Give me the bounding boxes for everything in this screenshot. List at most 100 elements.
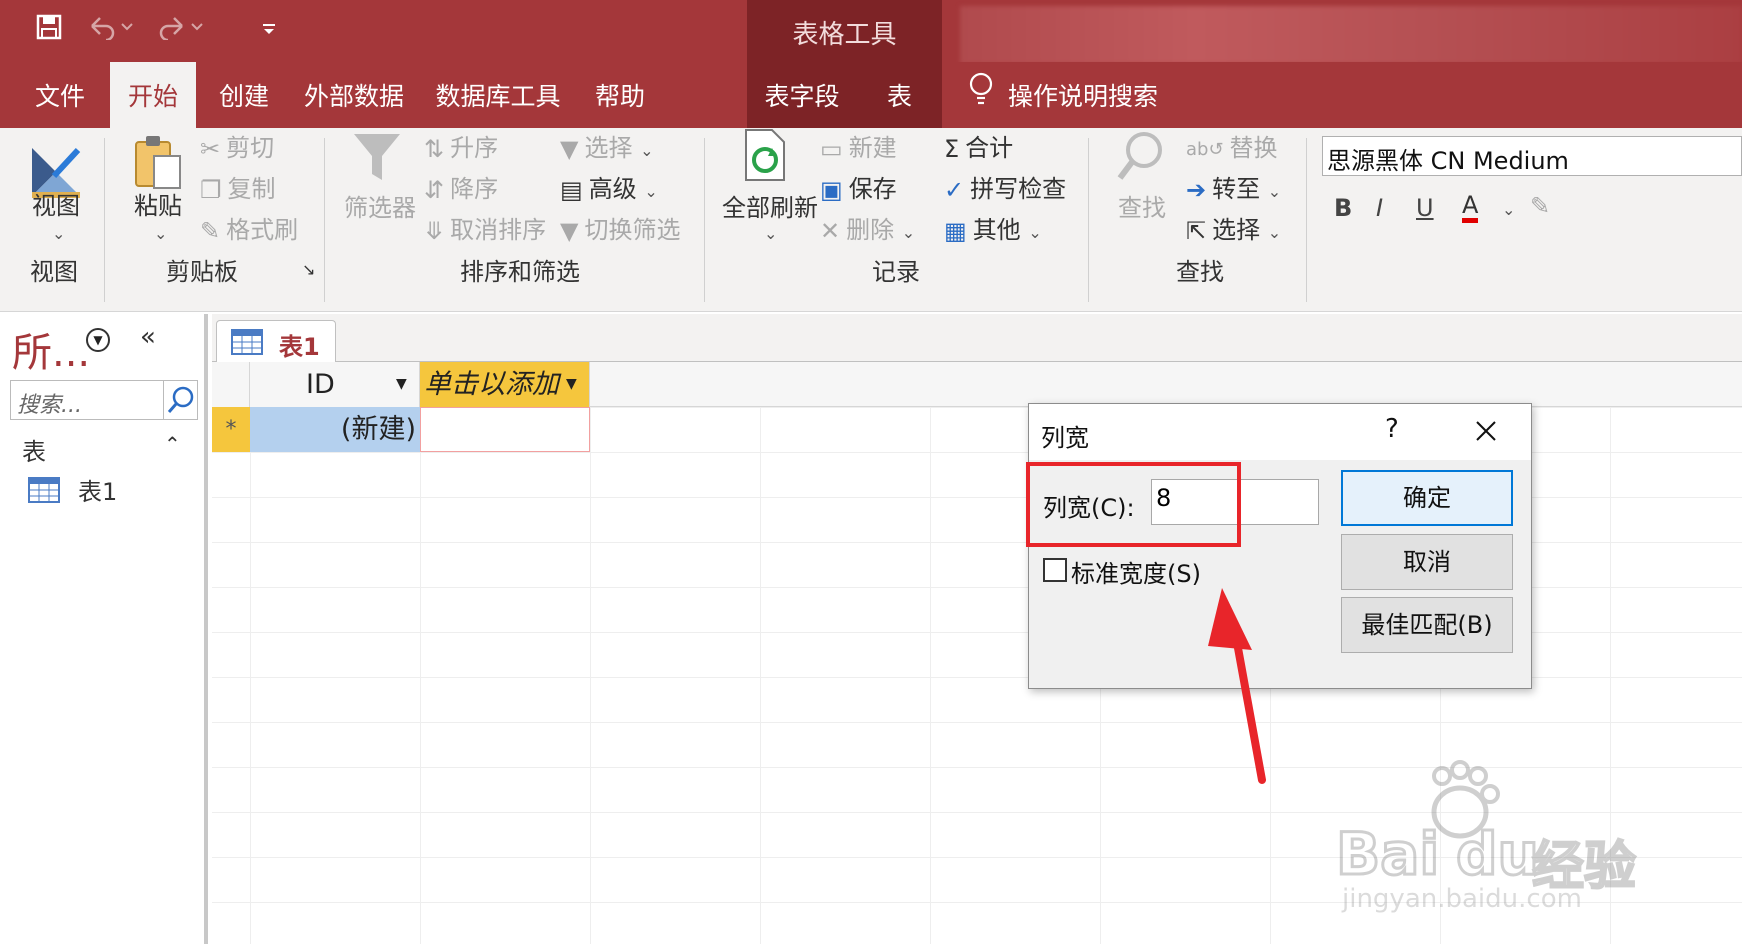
- goto-button[interactable]: ➔ 转至 ⌄: [1186, 169, 1281, 204]
- column-header-id[interactable]: ID ▼: [250, 362, 420, 407]
- brush-icon: ✎: [200, 217, 221, 245]
- ribbon: 视图 ⌄ 视图 粘贴 ⌄ ✂ 剪切 ❐ 复制 ✎ 格式刷 剪贴板 ↘ 筛选器 ⇅ 升序 …: [0, 128, 1742, 312]
- tab-table[interactable]: 表: [857, 62, 942, 128]
- nav-pane-title[interactable]: 所...: [12, 320, 90, 378]
- group-sort-filter: 排序和筛选: [460, 258, 580, 286]
- copy-icon: ❐: [200, 176, 222, 204]
- new-row-add-cell[interactable]: [420, 407, 590, 452]
- save-record-button[interactable]: ▣ 保存: [820, 169, 897, 204]
- selection-filter-button[interactable]: ▼ 选择 ⌄: [560, 128, 654, 163]
- advanced-filter-button[interactable]: ▤ 高级 ⌄: [560, 169, 658, 204]
- column-header-click-to-add[interactable]: 单击以添加 ▼: [420, 362, 590, 407]
- nav-menu-dropdown-icon[interactable]: ▼: [86, 328, 110, 352]
- toggle-filter-icon: ▼: [560, 217, 579, 245]
- find-button[interactable]: [1116, 130, 1166, 188]
- delete-record-button[interactable]: ✕ 删除 ⌄: [820, 210, 915, 245]
- tab-table-fields[interactable]: 表字段: [747, 62, 857, 128]
- best-fit-button[interactable]: 最佳匹配(B): [1341, 597, 1513, 653]
- scissors-icon: ✂: [200, 135, 221, 163]
- nav-item-table1[interactable]: 表1: [28, 472, 117, 509]
- underline-button[interactable]: U: [1416, 194, 1434, 222]
- table-icon: [231, 329, 263, 359]
- filter-button[interactable]: [352, 130, 402, 190]
- nav-section-tables[interactable]: 表: [22, 432, 46, 467]
- font-name-select[interactable]: 思源黑体 CN Medium: [1322, 136, 1742, 176]
- watermark-brand: Bai: [1334, 819, 1440, 890]
- chevron-down-icon: ⌄: [154, 224, 168, 243]
- view-label: 视图: [32, 192, 80, 220]
- funnel-icon: [354, 134, 400, 180]
- filter-label: 筛选器: [344, 194, 416, 222]
- replace-button[interactable]: ab↺ 替换: [1186, 128, 1278, 163]
- select-all-corner[interactable]: [212, 362, 250, 407]
- nav-search-box[interactable]: 搜索...: [10, 380, 198, 420]
- refresh-all-button[interactable]: [742, 128, 786, 188]
- customize-icon[interactable]: [262, 14, 276, 49]
- close-icon[interactable]: [1471, 416, 1501, 446]
- tell-me-label: 操作说明搜索: [1008, 82, 1159, 111]
- delete-icon: ✕: [820, 217, 841, 245]
- section-collapse-icon[interactable]: ⌃: [164, 432, 181, 456]
- collapse-pane-icon[interactable]: «: [140, 322, 156, 352]
- group-views: 视图: [30, 258, 78, 286]
- tab-database-tools[interactable]: 数据库工具: [428, 62, 568, 128]
- tab-create[interactable]: 创建: [204, 62, 284, 128]
- select-button[interactable]: ⇱ 选择 ⌄: [1186, 210, 1281, 245]
- advanced-filter-icon: ▤: [560, 176, 583, 204]
- document-tab-label: 表1: [279, 333, 320, 361]
- lightbulb-icon: [968, 63, 994, 133]
- new-row-selector[interactable]: *: [212, 407, 250, 452]
- bold-button[interactable]: B: [1334, 194, 1352, 222]
- tab-external-data[interactable]: 外部数据: [294, 62, 414, 128]
- column-dropdown-icon[interactable]: ▼: [566, 362, 577, 407]
- tab-file[interactable]: 文件: [16, 62, 104, 128]
- table-grid-icon: ▦: [944, 217, 967, 245]
- tab-home[interactable]: 开始: [110, 62, 196, 128]
- standard-width-checkbox[interactable]: [1043, 558, 1067, 582]
- new-record-button[interactable]: ▭ 新建: [820, 128, 897, 163]
- totals-button[interactable]: Σ 合计: [944, 128, 1013, 163]
- italic-button[interactable]: I: [1376, 194, 1383, 222]
- window-title-blurred: [960, 6, 1742, 64]
- sort-descending-button[interactable]: ⇵ 降序: [424, 169, 498, 204]
- undo-icon[interactable]: [88, 14, 134, 49]
- cursor-icon: ⇱: [1186, 217, 1207, 245]
- cut-button[interactable]: ✂ 剪切: [200, 128, 274, 163]
- standard-width-label[interactable]: 标准宽度(S): [1071, 554, 1201, 589]
- column-dropdown-icon[interactable]: ▼: [396, 362, 407, 407]
- highlight-icon[interactable]: ✎: [1530, 192, 1550, 220]
- new-record-icon: ▭: [820, 135, 843, 163]
- save-icon[interactable]: [36, 14, 62, 49]
- arrow-right-icon: ➔: [1186, 176, 1207, 204]
- dialog-launcher-icon[interactable]: ↘: [302, 260, 315, 279]
- chevron-down-icon[interactable]: ⌄: [1502, 200, 1515, 219]
- dialog-title: 列宽: [1041, 424, 1089, 452]
- context-title: 表格工具: [792, 20, 897, 50]
- spelling-button[interactable]: ✓ 拼写检查: [944, 169, 1066, 204]
- cancel-button[interactable]: 取消: [1341, 534, 1513, 590]
- format-painter-button[interactable]: ✎ 格式刷: [200, 210, 298, 245]
- more-button[interactable]: ▦ 其他 ⌄: [944, 210, 1042, 245]
- baidu-watermark: Bai du 经验 jingyan.baidu.com: [1334, 760, 1676, 914]
- toggle-filter-button[interactable]: ▼ 切换筛选: [560, 210, 680, 245]
- redo-icon[interactable]: [158, 14, 204, 49]
- font-color-button[interactable]: A: [1462, 192, 1479, 223]
- title-bar: 表格工具: [0, 0, 1742, 128]
- tab-help[interactable]: 帮助: [584, 62, 656, 128]
- refresh-icon: [745, 129, 785, 181]
- ok-button[interactable]: 确定: [1341, 470, 1513, 526]
- help-button[interactable]: ?: [1385, 414, 1399, 444]
- annotation-arrow-icon: [1208, 588, 1266, 784]
- nav-search-placeholder: 搜索...: [17, 393, 82, 418]
- search-icon[interactable]: [163, 381, 197, 419]
- tell-me-search[interactable]: 操作说明搜索: [968, 62, 1198, 128]
- column-header-id-label: ID: [306, 369, 335, 400]
- new-row-id-cell[interactable]: (新建): [250, 407, 420, 452]
- filter-selection-icon: ▼: [560, 135, 579, 163]
- sort-ascending-button[interactable]: ⇅ 升序: [424, 128, 498, 163]
- document-tab-table1[interactable]: 表1: [216, 320, 336, 363]
- watermark-url: jingyan.baidu.com: [1342, 884, 1582, 914]
- copy-button[interactable]: ❐ 复制: [200, 169, 276, 204]
- clear-sort-button[interactable]: ⤋ 取消排序: [424, 210, 546, 245]
- replace-icon: ab↺: [1186, 138, 1224, 160]
